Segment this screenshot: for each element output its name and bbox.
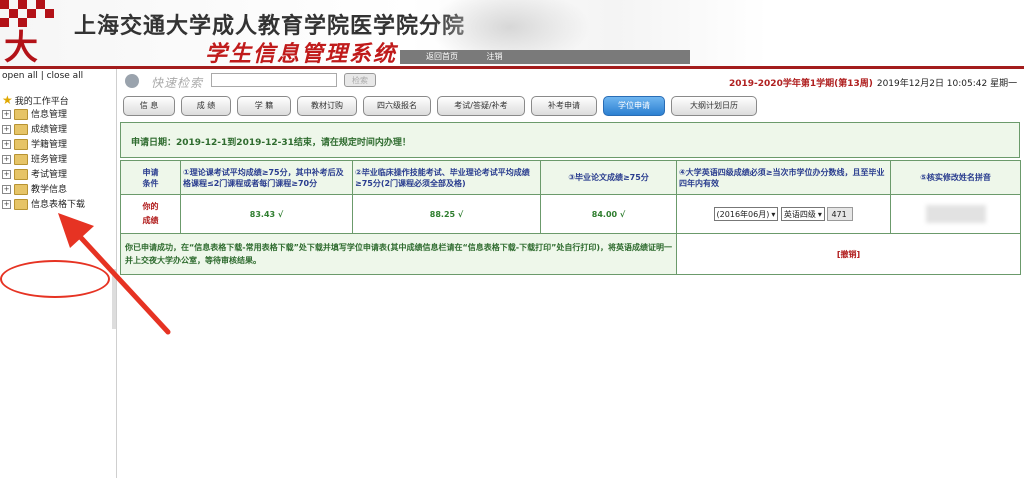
tab-info[interactable]: 信 息 (123, 96, 175, 116)
search-button[interactable]: 检索 (344, 73, 376, 87)
sidebar-item-label: 信息表格下载 (31, 200, 86, 210)
folder-icon (14, 154, 28, 165)
home-link[interactable]: 返回首页 (426, 52, 458, 61)
degree-requirements-table: 申请 条件 ①理论课考试平均成绩≥75分，其中补考后及格课程≤2门课程或者每门课… (120, 160, 1021, 275)
cet-date-value: (2016年06月) (716, 210, 770, 219)
logout-link[interactable]: 注销 (487, 52, 503, 61)
notice-text: 申请日期：2019-12-1到2019-12-31结束，请在规定时间内办理！ (131, 138, 411, 148)
logo: 大 (4, 28, 38, 68)
system-name: 学生信息管理系统 (205, 41, 398, 67)
expand-icon[interactable]: + (2, 125, 11, 134)
search-icon (125, 74, 139, 88)
datetime-label: 2019年12月2日 10:05:42 星期一 (876, 79, 1018, 89)
tab-grades[interactable]: 成 绩 (181, 96, 231, 116)
score-1: 83.43 √ (180, 194, 353, 234)
condition-3: ③毕业论文成绩≥75分 (540, 160, 677, 195)
expand-icon[interactable]: + (2, 200, 11, 209)
cet-date-select[interactable]: (2016年06月) ▾ (713, 207, 779, 221)
tab-syllabus-calendar[interactable]: 大纲计划日历 (671, 96, 757, 116)
tab-makeup-apply[interactable]: 补考申请 (531, 96, 597, 116)
sidebar-item-grades[interactable]: + 成绩管理 (2, 123, 85, 138)
sidebar-item-label: 考试管理 (31, 170, 68, 180)
sidebar-item-class[interactable]: + 班务管理 (2, 153, 85, 168)
close-all-link[interactable]: close all (47, 71, 84, 81)
tab-cet-register[interactable]: 四六级报名 (363, 96, 431, 116)
star-icon: ★ (2, 93, 13, 107)
expand-icon[interactable]: + (2, 140, 11, 149)
folder-icon (14, 199, 28, 210)
table-header-row: 申请 条件 ①理论课考试平均成绩≥75分，其中补考后及格课程≤2门课程或者每门课… (120, 160, 1021, 195)
folder-icon (14, 124, 28, 135)
sidebar-item-exam[interactable]: + 考试管理 (2, 168, 85, 183)
tab-degree-apply[interactable]: 学位申请 (603, 96, 665, 116)
table-row: 你的 成绩 83.43 √ 88.25 √ 84.00 √ (2016年06月)… (120, 194, 1021, 234)
cancel-button[interactable]: [撤销] (837, 250, 860, 259)
semester-info: 2019-2020学年第1学期(第13周) 2019年12月2日 10:05:42… (729, 76, 1017, 89)
nav-tree: ★ 我的工作平台 + 信息管理 + 成绩管理 + 学籍管理 + 班务管理 + 考试管理 + 教… (2, 93, 85, 213)
your-score-label: 你的 成绩 (120, 194, 181, 234)
sidebar-item-label: 学籍管理 (31, 140, 68, 150)
sidebar-item-label: 信息管理 (31, 110, 68, 120)
redacted-name (925, 205, 986, 223)
condition-5: ⑤核实修改姓名拼音 (890, 160, 1021, 195)
expand-icon[interactable]: + (2, 170, 11, 179)
chevron-down-icon: ▾ (817, 210, 822, 219)
application-notice: 申请日期：2019-12-1到2019-12-31结束，请在规定时间内办理！ (120, 122, 1020, 158)
folder-icon (14, 109, 28, 120)
folder-icon (14, 184, 28, 195)
expand-icon[interactable]: + (2, 110, 11, 119)
condition-1: ①理论课考试平均成绩≥75分，其中补考后及格课程≤2门课程或者每门课程≥70分 (180, 160, 353, 195)
sidebar-item-label: 教学信息 (31, 185, 68, 195)
condition-2: ②毕业临床操作技能考试、毕业理论考试平均成绩≥75分(2门课程必须全部及格) (352, 160, 541, 195)
chevron-down-icon: ▾ (771, 210, 776, 219)
name-pinyin-cell (890, 194, 1021, 234)
cancel-link: [撤销] (676, 233, 1021, 275)
sidebar-item-info[interactable]: + 信息管理 (2, 108, 85, 123)
tab-status[interactable]: 学 籍 (237, 96, 291, 116)
score-3: 84.00 √ (540, 194, 677, 234)
open-all-link[interactable]: open all (2, 71, 38, 81)
sidebar-item-status[interactable]: + 学籍管理 (2, 138, 85, 153)
req-header: 申请 条件 (120, 160, 181, 195)
expand-icon[interactable]: + (2, 155, 11, 164)
sidebar-item-label: 班务管理 (31, 155, 68, 165)
search-bar: 快速检索 检索 2019-2020学年第1学期(第13周) 2019年12月2日 … (117, 71, 1024, 91)
sidebar-item-teaching[interactable]: + 教学信息 (2, 183, 85, 198)
tree-root[interactable]: ★ 我的工作平台 (2, 93, 85, 108)
tab-exam[interactable]: 考试/答疑/补考 (437, 96, 525, 116)
cet-cell: (2016年06月) ▾ 英语四级 ▾ 471 (676, 194, 891, 234)
cet-level-value: 英语四级 (783, 210, 816, 219)
tab-textbooks[interactable]: 教材订购 (297, 96, 357, 116)
tab-bar: 信 息 成 绩 学 籍 教材订购 四六级报名 考试/答疑/补考 补考申请 学位申… (123, 96, 1023, 116)
header-banner: 大 上海交通大学成人教育学院医学院分院 学生信息管理系统 返回首页 注销 (0, 0, 1024, 68)
score-2: 88.25 √ (352, 194, 541, 234)
tree-controls: open all | close all (2, 71, 84, 81)
cet-score-field: 471 (827, 207, 854, 221)
top-link-bar: 返回首页 注销 (400, 50, 690, 64)
search-label: 快速检索 (151, 76, 204, 90)
sidebar-item-label: 成绩管理 (31, 125, 68, 135)
semester-label: 2019-2020学年第1学期(第13周) (729, 79, 873, 89)
folder-icon (14, 169, 28, 180)
cet-level-select[interactable]: 英语四级 ▾ (780, 207, 825, 221)
search-input[interactable] (211, 73, 337, 87)
table-message-row: 你已申请成功，在“信息表格下载-常用表格下载”处下载并填写学位申请表(其中成绩信… (120, 233, 1021, 275)
tree-root-label: 我的工作平台 (14, 97, 69, 107)
main-content: 快速检索 检索 2019-2020学年第1学期(第13周) 2019年12月2日 … (117, 69, 1024, 478)
folder-icon (14, 139, 28, 150)
condition-4: ④大学英语四级成绩必须≥当次市学位办分数线，且至毕业四年内有效 (676, 160, 891, 195)
expand-icon[interactable]: + (2, 185, 11, 194)
success-message: 你已申请成功，在“信息表格下载-常用表格下载”处下载并填写学位申请表(其中成绩信… (120, 233, 677, 275)
